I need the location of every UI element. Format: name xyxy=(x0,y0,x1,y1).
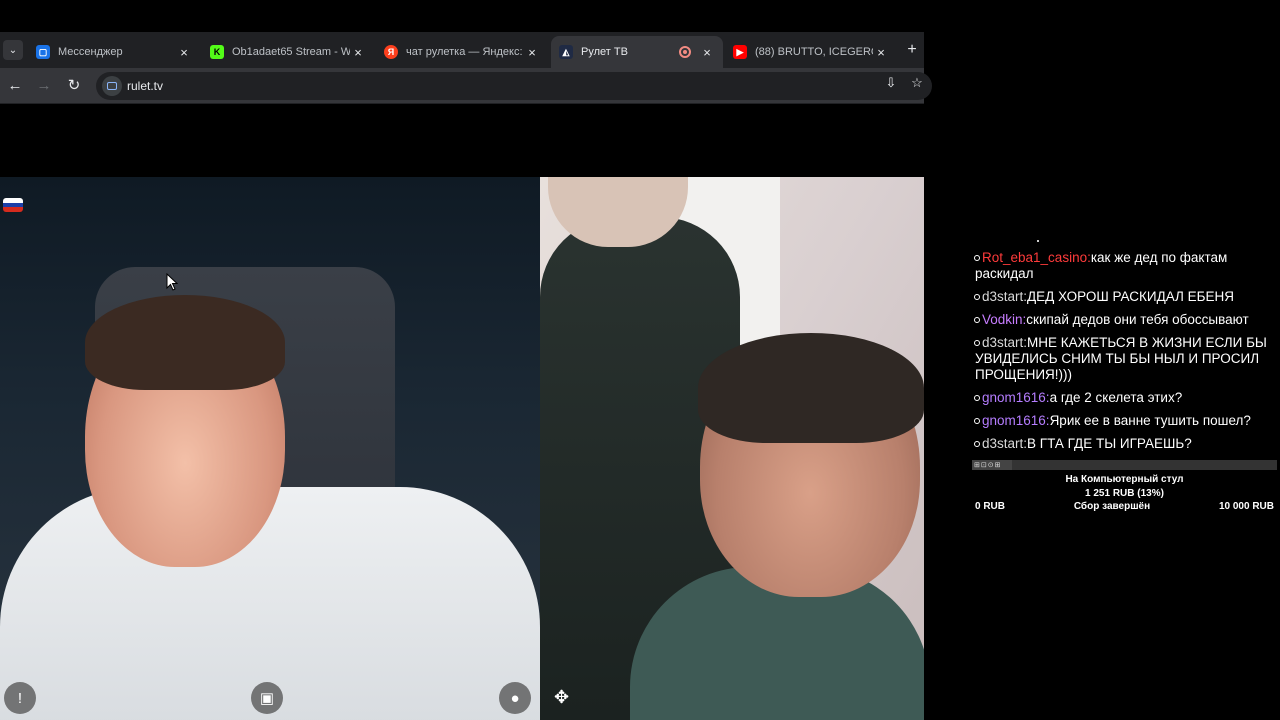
tab-messenger[interactable]: ▢ Мессенджер × xyxy=(28,36,200,68)
overlay-dot xyxy=(1037,240,1039,242)
install-app-icon[interactable]: ⇩ xyxy=(882,74,900,92)
back-button[interactable]: ← xyxy=(4,75,26,97)
close-icon[interactable]: × xyxy=(873,45,889,60)
arrow-left-icon: ← xyxy=(7,77,23,94)
close-icon[interactable]: × xyxy=(699,45,715,60)
chat-text: скипай дедов они тебя обоссывают xyxy=(1026,312,1249,327)
close-icon[interactable]: × xyxy=(524,45,540,60)
page-viewport: G ! ▣ ● ✥ xyxy=(0,104,924,720)
rulet-icon: ◭ xyxy=(559,45,573,59)
russia-flag-icon xyxy=(3,198,23,212)
chat-bullet-icon xyxy=(974,294,980,301)
chat-nick: d3start: xyxy=(982,289,1028,304)
goal-max: 10 000 RUB xyxy=(1218,501,1274,512)
reload-icon: ↻ xyxy=(67,77,81,94)
chat-bullet-icon xyxy=(974,340,980,347)
top-strip xyxy=(0,0,924,32)
chat-nick: Rot_eba1_casino: xyxy=(982,250,1091,265)
gift-button[interactable]: ▣ xyxy=(251,682,283,714)
youtube-icon: ▶ xyxy=(733,45,747,59)
tab-title: Ob1adaet65 Stream - Wa xyxy=(232,46,350,58)
report-button[interactable]: ! xyxy=(4,682,36,714)
close-icon[interactable]: × xyxy=(176,45,192,60)
tab-bar: ⌄ ▢ Мессенджер × K Ob1adaet65 Stream - W… xyxy=(0,32,924,68)
stream-chat-overlay: Rot_eba1_casino:как же дед по фактам рас… xyxy=(972,250,1277,459)
arrow-right-icon: → xyxy=(36,77,52,94)
tab-search-button[interactable]: ⌄ xyxy=(3,40,23,60)
yandex-icon: Я xyxy=(384,45,398,59)
tab-title: чат рулетка — Яндекс: на xyxy=(406,46,524,58)
chat-message: d3start:В ГТА ГДЕ ТЫ ИГРАЕШЬ? xyxy=(972,436,1277,452)
chat-bullet-icon xyxy=(974,418,980,425)
chat-message: d3start:ДЕД ХОРОШ РАСКИДАЛ ЕБЕНЯ xyxy=(972,289,1277,305)
person-hair xyxy=(85,295,285,390)
chat-bullet-icon xyxy=(974,441,980,448)
new-tab-button[interactable]: + xyxy=(902,40,922,60)
chat-message: Vodkin:скипай дедов они тебя обоссывают xyxy=(972,312,1277,328)
chat-bullet-icon xyxy=(974,317,980,324)
messenger-icon: ▢ xyxy=(36,45,50,59)
chat-bullet-icon xyxy=(974,395,980,402)
mouse-cursor-icon xyxy=(166,273,178,291)
reload-button[interactable]: ↻ xyxy=(63,75,85,97)
chat-text: а где 2 скелета этих? xyxy=(1049,390,1183,405)
tab-yandex[interactable]: Я чат рулетка — Яндекс: на × xyxy=(376,36,548,68)
chat-bullet-icon xyxy=(974,255,980,262)
tab-title: Рулет ТВ xyxy=(581,46,628,58)
chat-text: ДЕД ХОРОШ РАСКИДАЛ ЕБЕНЯ xyxy=(1027,289,1235,304)
goal-footer: 0 RUB Сбор завершён 10 000 RUB xyxy=(972,501,1277,512)
chat-text: Ярик ее в ванне тушить пошел? xyxy=(1049,413,1251,428)
tab-youtube[interactable]: ▶ (88) BRUTTO, ICEGERGERT × xyxy=(725,36,897,68)
chat-nick: d3start: xyxy=(982,335,1028,350)
remote-video: ✥ xyxy=(540,177,924,720)
goal-title: На Компьютерный стул xyxy=(1065,474,1184,485)
screen: ⌄ ▢ Мессенджер × K Ob1adaet65 Stream - W… xyxy=(0,0,1280,720)
tab-kick-stream[interactable]: K Ob1adaet65 Stream - Wa × xyxy=(202,36,374,68)
site-info-icon[interactable] xyxy=(102,76,122,96)
chat-nick: d3start: xyxy=(982,436,1028,451)
chat-nick: Vodkin: xyxy=(982,312,1027,327)
chat-message: gnom1616:Ярик ее в ванне тушить пошел? xyxy=(972,413,1277,429)
close-icon[interactable]: × xyxy=(350,45,366,60)
recording-icon xyxy=(679,46,691,58)
goal-status: Сбор завершён xyxy=(1073,501,1151,512)
profile-button[interactable]: ● xyxy=(499,682,531,714)
goal-bar-icons: ⊞⊡⊙⊞ xyxy=(974,462,1002,469)
tab-rulet-tv[interactable]: ◭ Рулет ТВ × xyxy=(551,36,723,68)
bookmark-star-icon[interactable]: ☆ xyxy=(908,74,926,92)
goal-amount: 1 251 RUB (13%) xyxy=(1085,488,1164,499)
goal-min: 0 RUB xyxy=(975,501,1006,512)
chat-message: d3start:МНЕ КАЖЕТЬСЯ В ЖИЗНИ ЕСЛИ БЫ УВИ… xyxy=(972,335,1277,383)
local-video: G ! ▣ ● xyxy=(0,177,540,720)
gamepad-icon[interactable]: ✥ xyxy=(554,687,569,708)
person-hair xyxy=(698,333,924,443)
chat-nick: gnom1616: xyxy=(982,390,1050,405)
chat-text: В ГТА ГДЕ ТЫ ИГРАЕШЬ? xyxy=(1027,436,1192,451)
url-text: rulet.tv xyxy=(127,79,164,93)
browser-toolbar: ← → ↻ rulet.tv ⇩ ☆ xyxy=(0,68,932,104)
chat-nick: gnom1616: xyxy=(982,413,1050,428)
goal-progress-bar: ⊞⊡⊙⊞ xyxy=(972,460,1277,470)
tab-title: Мессенджер xyxy=(58,46,123,58)
tab-title: (88) BRUTTO, ICEGERGERT xyxy=(755,46,873,58)
kick-icon: K xyxy=(210,45,224,59)
alert-icon: ! xyxy=(17,689,23,707)
browser-window: ⌄ ▢ Мессенджер × K Ob1adaet65 Stream - W… xyxy=(0,0,932,720)
gift-icon: ▣ xyxy=(259,690,275,707)
forward-button[interactable]: → xyxy=(33,75,55,97)
chat-message: gnom1616:а где 2 скелета этих? xyxy=(972,390,1277,406)
donation-goal-widget: ⊞⊡⊙⊞ На Компьютерный стул 1 251 RUB (13%… xyxy=(972,460,1277,512)
chevron-down-icon: ⌄ xyxy=(8,44,18,56)
address-bar[interactable]: rulet.tv xyxy=(96,72,932,100)
user-icon: ● xyxy=(510,689,520,707)
chat-message: Rot_eba1_casino:как же дед по фактам рас… xyxy=(972,250,1277,282)
